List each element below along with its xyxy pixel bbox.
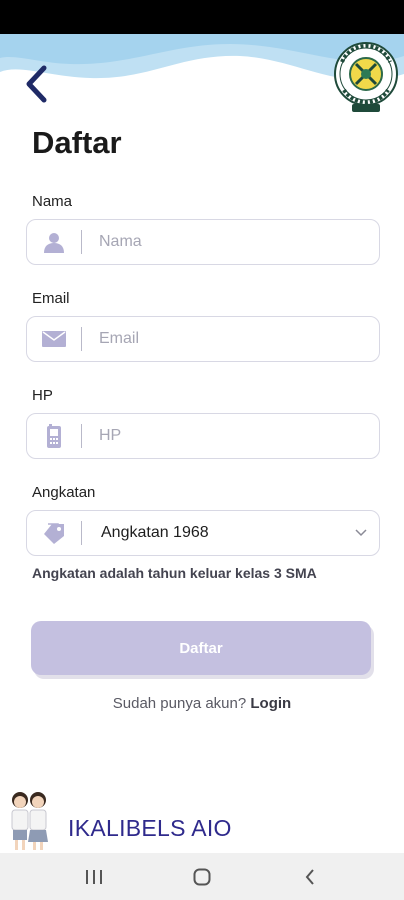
students-illustration: [11, 792, 48, 850]
angkatan-value: Angkatan 1968: [101, 524, 209, 541]
nama-label: Nama: [32, 193, 73, 210]
email-input[interactable]: [82, 317, 379, 361]
system-nav-bar: [0, 853, 404, 900]
back-icon: [305, 868, 314, 885]
nama-input[interactable]: [82, 220, 379, 264]
angkatan-label: Angkatan: [32, 484, 96, 501]
email-label: Email: [32, 290, 70, 307]
hp-field[interactable]: [26, 413, 380, 459]
home-button[interactable]: [172, 857, 232, 897]
home-icon: [193, 868, 211, 885]
ikalibels-logo: [334, 42, 398, 112]
submit-button-wrapper: Daftar: [31, 621, 374, 679]
email-field[interactable]: [26, 316, 380, 362]
login-prompt: Sudah punya akun? Login: [0, 695, 404, 712]
daftar-button[interactable]: Daftar: [31, 621, 371, 675]
status-bar: [0, 0, 404, 34]
recent-apps-icon: [86, 869, 102, 884]
angkatan-helper-text: Angkatan adalah tahun keluar kelas 3 SMA: [32, 565, 317, 581]
hp-label: HP: [32, 387, 53, 404]
login-prompt-text: Sudah punya akun?: [112, 695, 247, 712]
hp-input[interactable]: [82, 414, 379, 458]
chevron-left-icon: [26, 65, 47, 103]
nav-back-button[interactable]: [280, 857, 340, 897]
back-button[interactable]: [16, 62, 56, 106]
phone-icon: [27, 414, 81, 458]
tag-icon: [27, 511, 81, 555]
nama-field[interactable]: [26, 219, 380, 265]
chevron-down-icon: [343, 529, 379, 537]
login-link[interactable]: Login: [250, 695, 291, 712]
page-title: Daftar: [32, 125, 122, 160]
angkatan-select[interactable]: Angkatan 1968: [26, 510, 380, 556]
brand-name: IKALIBELS AIO: [68, 815, 232, 841]
person-icon: [27, 220, 81, 264]
envelope-icon: [27, 317, 81, 361]
recent-apps-button[interactable]: [64, 857, 124, 897]
